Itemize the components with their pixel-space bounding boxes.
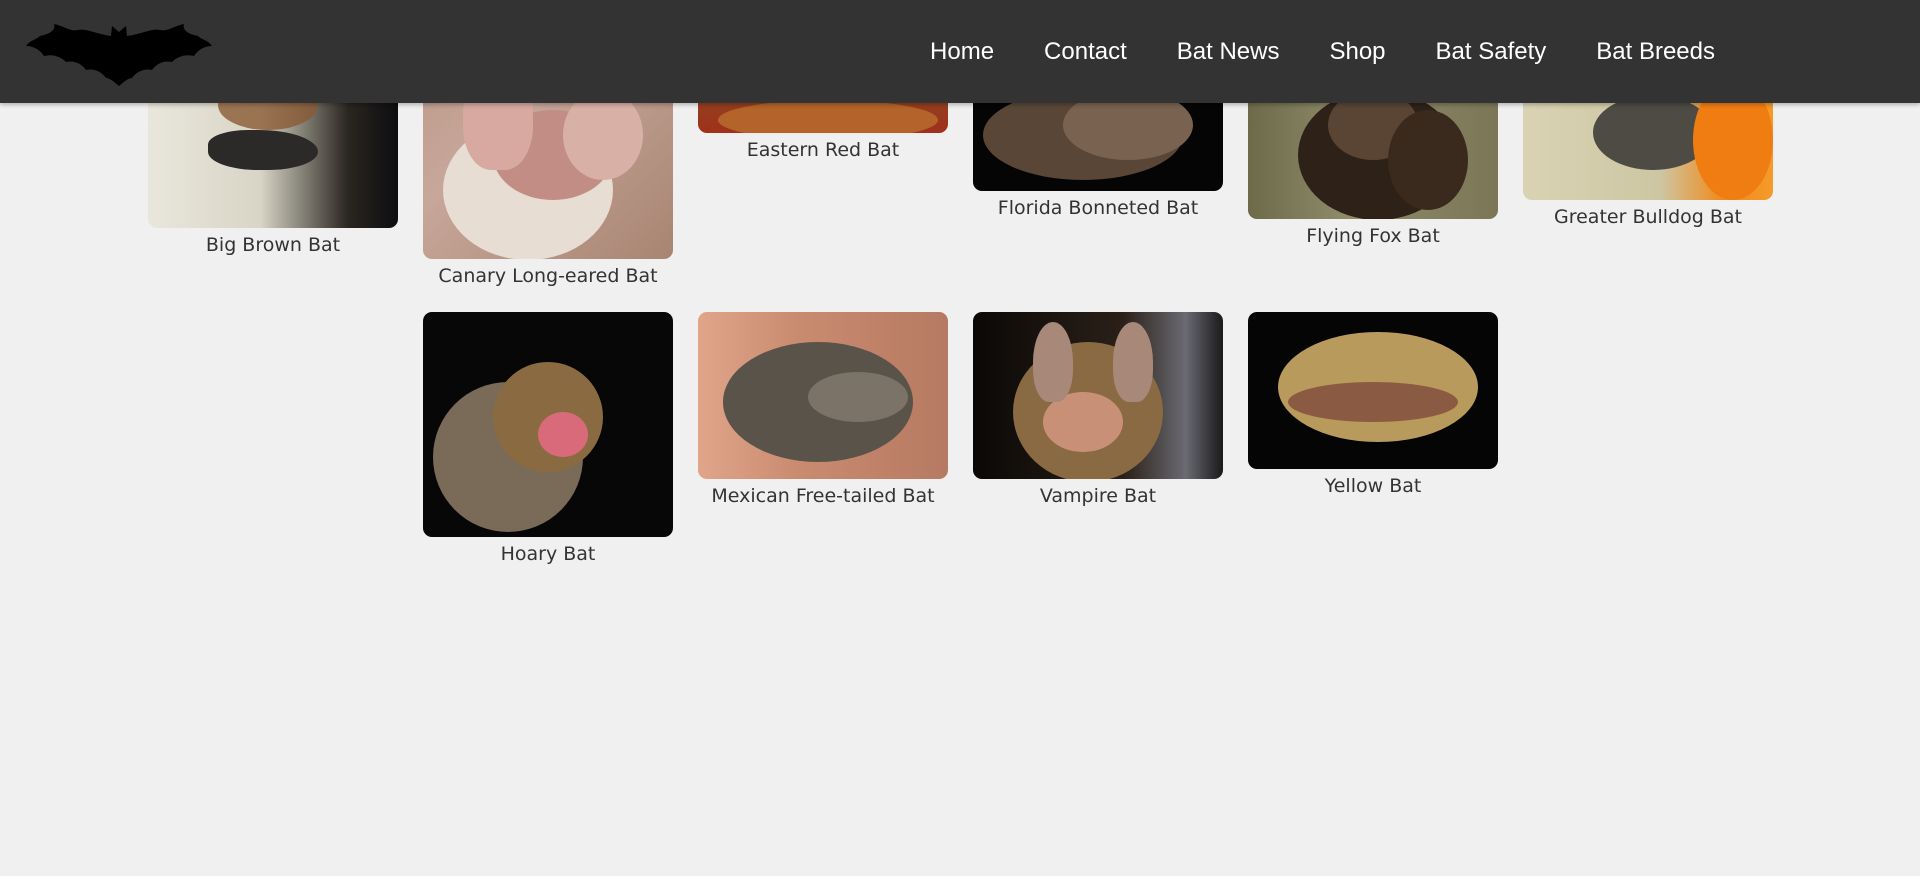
bat-card-mexican-free-tailed[interactable]: Mexican Free-tailed Bat <box>698 312 948 507</box>
bat-name: Big Brown Bat <box>205 234 341 256</box>
bat-logo-icon[interactable] <box>26 24 212 86</box>
bat-photo[interactable] <box>423 312 673 537</box>
bat-name: Flying Fox Bat <box>1306 225 1440 247</box>
bat-name: Vampire Bat <box>1039 485 1157 507</box>
bat-photo[interactable] <box>973 312 1223 479</box>
bat-card-yellow[interactable]: Yellow Bat <box>1248 312 1498 497</box>
bat-name: Greater Bulldog Bat <box>1554 206 1742 228</box>
nav-bat-breeds-link[interactable]: Bat Breeds <box>1596 38 1715 66</box>
bat-photo[interactable] <box>1248 312 1498 469</box>
bat-name: Yellow Bat <box>1324 475 1422 497</box>
bat-card-hoary[interactable]: Hoary Bat <box>423 312 673 565</box>
bat-name: Florida Bonneted Bat <box>997 197 1199 219</box>
bat-name: Mexican Free-tailed Bat <box>711 485 935 507</box>
top-navbar: Home Contact Bat News Shop Bat Safety Ba… <box>0 0 1920 103</box>
bat-name: Canary Long-eared Bat <box>438 265 658 287</box>
nav-shop-link[interactable]: Shop <box>1329 38 1385 66</box>
main-nav: Home Contact Bat News Shop Bat Safety Ba… <box>880 0 1715 103</box>
nav-home-link[interactable]: Home <box>930 38 994 66</box>
bat-name: Eastern Red Bat <box>746 139 900 161</box>
nav-contact-link[interactable]: Contact <box>1044 38 1127 66</box>
nav-bat-safety-link[interactable]: Bat Safety <box>1436 38 1547 66</box>
nav-bat-news-link[interactable]: Bat News <box>1177 38 1280 66</box>
bat-photo[interactable] <box>698 312 948 479</box>
bat-name: Hoary Bat <box>500 543 596 565</box>
bat-card-vampire[interactable]: Vampire Bat <box>973 312 1223 507</box>
